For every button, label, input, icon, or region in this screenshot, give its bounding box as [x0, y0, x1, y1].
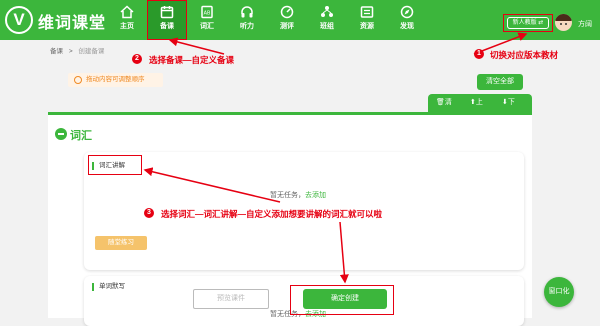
nav-item-label: 主页 — [120, 23, 134, 30]
nav-item-listening[interactable]: 听力 — [227, 0, 267, 40]
nav-item-assessment[interactable]: 测评 — [267, 0, 307, 40]
card-title: 单词默写 — [92, 283, 125, 291]
avatar[interactable] — [555, 14, 572, 31]
empty-state: 暂无任务，去添加 — [270, 192, 326, 199]
username[interactable]: 方阔 — [578, 19, 592, 29]
nav-item-label: 听力 — [240, 23, 254, 30]
nav-item-discover[interactable]: 发现 — [387, 0, 427, 40]
svg-text:AB: AB — [204, 11, 211, 17]
nav-item-resources[interactable]: 资源 — [347, 0, 387, 40]
annotation-text: 切换对应版本教材 — [490, 50, 559, 60]
clear-button[interactable]: 🗑 清空 — [436, 94, 452, 124]
info-icon — [74, 76, 82, 84]
annotation-number: 1 — [474, 49, 484, 59]
annotation-text: 选择备课—自定义备课 — [149, 55, 235, 65]
vocabulary-icon: AB — [201, 5, 213, 19]
breadcrumb-current: 创建备课 — [78, 48, 105, 55]
add-task-link[interactable]: 去添加 — [305, 192, 326, 199]
annotation-number: 2 — [132, 54, 142, 64]
nav-item-vocabulary[interactable]: AB 词汇 — [187, 0, 227, 40]
resources-icon — [360, 6, 374, 18]
clear-all-button[interactable]: 清空全部 — [477, 74, 523, 90]
preview-courseware-button[interactable]: 预览课件 — [193, 289, 269, 309]
drag-hint: 拖动内容可调整顺序 — [68, 73, 163, 87]
nav-item-label: 测评 — [280, 23, 294, 30]
nav-item-label: 资源 — [360, 23, 374, 30]
breadcrumb: 备课 > 创建备课 — [50, 45, 104, 55]
compass-icon — [400, 5, 414, 19]
annotation-highlight-card — [88, 155, 142, 175]
annotation-highlight-version — [503, 14, 553, 32]
home-icon — [120, 5, 134, 19]
annotation-highlight-lesson-prep — [147, 0, 187, 40]
annotation-number: 3 — [144, 208, 154, 218]
gauge-icon — [280, 5, 294, 19]
group-icon — [321, 6, 333, 17]
collapse-icon[interactable] — [55, 128, 67, 140]
nav-item-label: 发现 — [400, 23, 414, 30]
headphones-icon — [241, 6, 253, 18]
breadcrumb-separator: > — [68, 48, 73, 55]
move-up-button[interactable]: ⬆ 上移 — [470, 94, 483, 124]
annotation-text: 选择词汇—词汇讲解—自定义添加想要讲解的词汇就可以啦 — [161, 209, 383, 219]
annotation-highlight-create — [290, 285, 394, 315]
section-title: 词汇 — [70, 130, 92, 142]
section-toolbar: 🗑 清空 ⬆ 上移 ⬇ 下移 — [428, 94, 532, 124]
breadcrumb-root[interactable]: 备课 — [50, 48, 63, 55]
drag-hint-text: 拖动内容可调整顺序 — [86, 76, 145, 83]
nav-item-class-groups[interactable]: 班组 — [307, 0, 347, 40]
windowed-mode-button[interactable]: 窗口化 — [544, 277, 574, 307]
nav-item-label: 词汇 — [200, 23, 214, 30]
app-brand: 维词课堂 — [38, 15, 107, 32]
move-down-button[interactable]: ⬇ 下移 — [502, 94, 515, 124]
nav-item-label: 班组 — [320, 23, 334, 30]
app-logo: V — [5, 6, 33, 34]
practice-button[interactable]: 随堂练习 — [95, 236, 147, 250]
nav-item-home[interactable]: 主页 — [107, 0, 147, 40]
